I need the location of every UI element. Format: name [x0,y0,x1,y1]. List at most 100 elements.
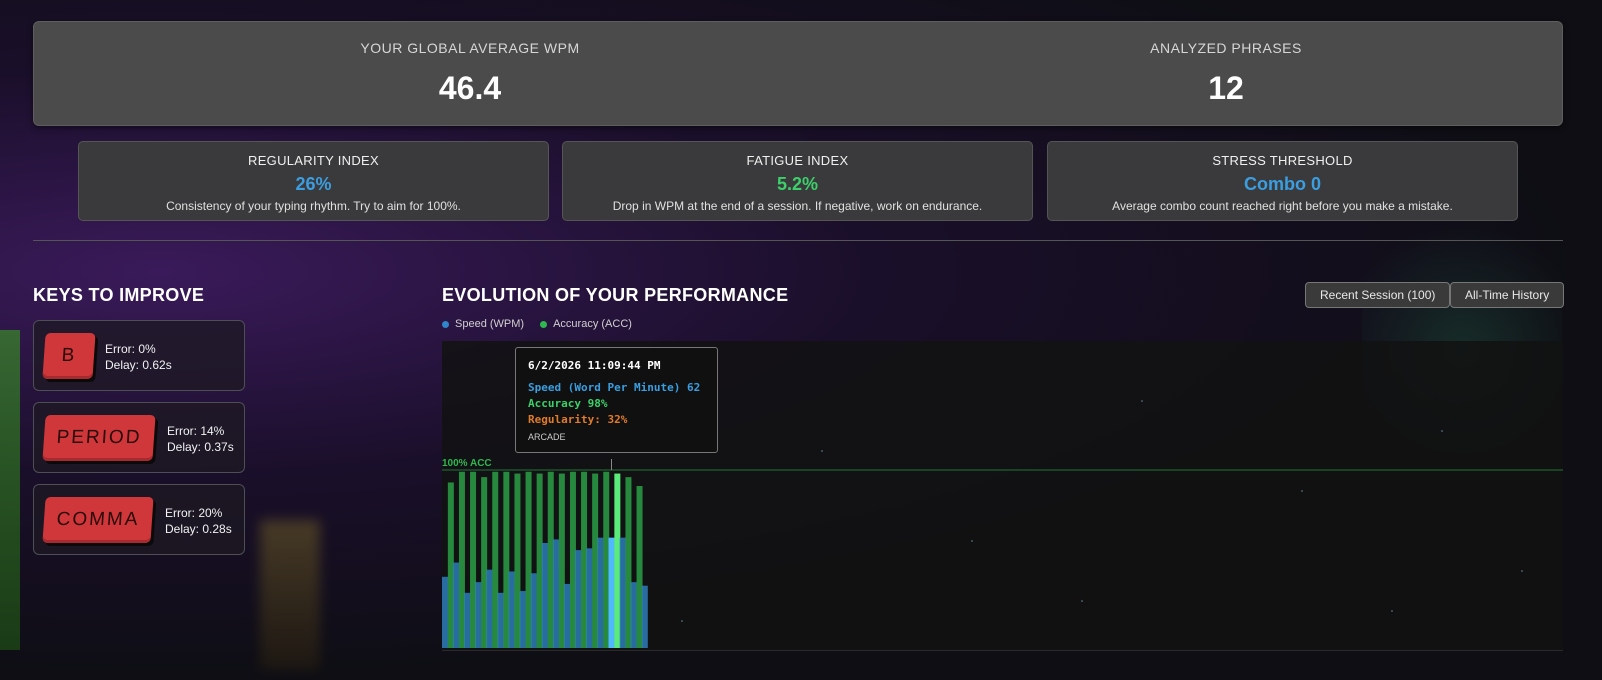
key-cap-period: PERIOD [42,415,156,461]
tooltip-date: 6/2/2026 11:09:44 PM [528,359,661,372]
background-glow [260,520,320,670]
tooltip-accuracy: Accuracy 98% [528,397,608,410]
fatigue-index-value: 5.2% [776,174,819,194]
all-time-history-button[interactable]: All-Time History [1450,282,1565,308]
accuracy-bar [481,477,488,648]
background-star [1301,490,1303,492]
key-card-comma: COMMA Error: 20% Delay: 0.28s [33,484,245,555]
speed-bar [553,539,559,648]
background-star [821,450,823,452]
avg-wpm-value: 46.4 [438,70,502,106]
accuracy-bar [603,471,610,648]
keys-to-improve-title: KEYS TO IMPROVE [33,285,205,305]
accuracy-bar [447,482,454,648]
accuracy-bar [547,471,554,648]
legend-label-speed: Speed (WPM) [455,318,525,330]
fatigue-index-card: FATIGUE INDEX 5.2% Drop in WPM at the en… [562,141,1033,221]
analyzed-phrases-stat: ANALYZED PHRASES 12 [926,22,1526,107]
accuracy-bar [503,471,510,648]
legend-dot-speed [442,320,449,328]
tooltip-mode: ARCADE [528,432,566,442]
speed-bar [575,550,582,648]
recent-session-button[interactable]: Recent Session (100) [1305,282,1451,308]
accuracy-bar [536,473,543,648]
speed-bar [597,537,604,648]
accuracy-bar [458,471,465,648]
accuracy-bar [592,473,599,648]
accuracy-bar [492,471,499,648]
background-star [971,540,973,542]
fatigue-index-desc: Drop in WPM at the end of a session. If … [612,199,983,213]
analyzed-phrases-label: ANALYZED PHRASES [1150,40,1302,56]
speed-bar [630,582,637,648]
chart-legend: Speed (WPM) Accuracy (ACC) [442,318,632,330]
avg-wpm-label: YOUR GLOBAL AVERAGE WPM [360,40,580,56]
key-cap-b: B [42,333,96,379]
legend-item-accuracy[interactable]: Accuracy (ACC) [540,318,632,330]
section-divider [33,240,1563,241]
accuracy-bar [525,471,532,648]
tooltip-speed: Speed (Word Per Minute) 62 [528,381,701,394]
background-star [681,620,683,622]
key-stats-b: Error: 0% Delay: 0.62s [105,341,172,373]
speed-bar [508,571,515,648]
speed-bar [442,576,448,648]
speed-bar [608,537,615,648]
speed-bar [497,592,504,648]
key-error-period: Error: 14% [167,424,225,438]
key-delay-b: Delay: 0.62s [105,358,172,372]
regularity-index-value: 26% [295,174,332,194]
key-stats-comma: Error: 20% Delay: 0.28s [165,505,232,537]
speed-bar [530,573,537,648]
speed-bar [564,583,571,648]
key-error-b: Error: 0% [105,342,156,356]
accuracy-bar [614,473,621,648]
speed-bar [464,592,471,648]
regularity-index-card: REGULARITY INDEX 26% Consistency of your… [78,141,549,221]
background-star [1521,570,1523,572]
key-card-b: B Error: 0% Delay: 0.62s [33,320,245,391]
accuracy-bar [514,473,521,648]
global-stats-panel: YOUR GLOBAL AVERAGE WPM 46.4 ANALYZED PH… [33,21,1563,126]
stress-threshold-desc: Average combo count reached right before… [1112,199,1453,213]
background-glow [0,330,20,650]
speed-bar [541,542,548,648]
analyzed-phrases-value: 12 [1208,70,1244,106]
key-card-period: PERIOD Error: 14% Delay: 0.37s [33,402,245,473]
stress-threshold-label: STRESS THRESHOLD [1212,153,1353,168]
accuracy-bar [636,486,643,648]
regularity-index-desc: Consistency of your typing rhythm. Try t… [166,199,461,213]
speed-bar [619,537,626,648]
legend-label-accuracy: Accuracy (ACC) [553,318,632,330]
key-delay-period: Delay: 0.37s [167,440,234,454]
key-error-comma: Error: 20% [165,506,223,520]
fatigue-index-label: FATIGUE INDEX [746,153,849,168]
tooltip-regularity: Regularity: 32% [528,413,628,426]
stress-threshold-value: Combo 0 [1243,174,1321,194]
speed-bar [453,562,460,648]
key-delay-comma: Delay: 0.28s [165,522,232,536]
accuracy-bar [581,471,588,648]
background-star [1081,600,1083,602]
speed-bar [586,548,593,648]
stress-threshold-card: STRESS THRESHOLD Combo 0 Average combo c… [1047,141,1518,221]
speed-bar [475,582,482,648]
legend-dot-accuracy [540,320,548,328]
accuracy-bar [470,471,477,648]
speed-bar [519,591,526,648]
background-star [1141,400,1143,402]
background-star [1391,610,1393,612]
legend-item-speed[interactable]: Speed (WPM) [442,318,524,330]
key-stats-period: Error: 14% Delay: 0.37s [167,423,234,455]
chart-tooltip: 6/2/2026 11:09:44 PM Speed (Word Per Min… [515,347,718,453]
background-star [1441,430,1443,432]
avg-wpm-stat: YOUR GLOBAL AVERAGE WPM 46.4 [170,22,770,107]
speed-bar [641,585,648,648]
accuracy-bar [569,471,576,648]
regularity-index-label: REGULARITY INDEX [248,153,379,168]
speed-bar [486,569,493,648]
key-cap-comma: COMMA [42,497,154,543]
performance-title: EVOLUTION OF YOUR PERFORMANCE [442,285,789,305]
accuracy-bar [558,473,565,648]
acc-reference-label: 100% ACC [442,458,492,469]
